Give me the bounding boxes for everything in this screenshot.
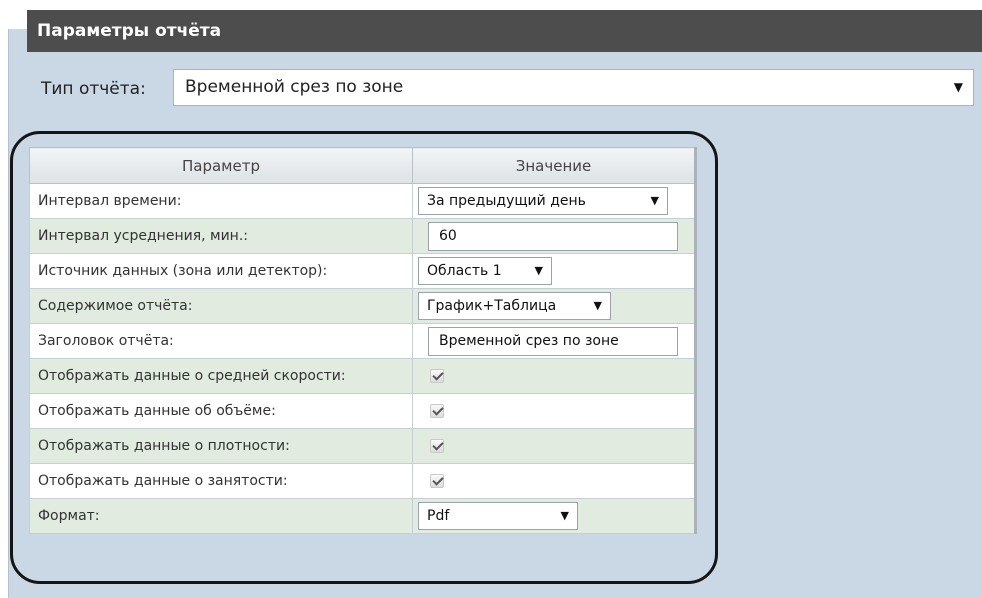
averaging-interval-input[interactable]: 60 bbox=[428, 221, 678, 251]
dropdown-arrow-icon: ▼ bbox=[650, 194, 659, 207]
row-value: Временной срез по зоне bbox=[412, 323, 697, 359]
row-value: Pdf ▼ bbox=[412, 498, 697, 534]
header-value: Значение bbox=[412, 147, 697, 184]
row-value: 60 bbox=[412, 218, 697, 254]
report-type-label: Тип отчёта: bbox=[41, 79, 146, 99]
row-value: За предыдущий день ▼ bbox=[412, 183, 697, 219]
table-row-averaging: Интервал усреднения, мин.: 60 bbox=[29, 218, 697, 254]
row-value bbox=[412, 393, 697, 429]
report-contents-value: График+Таблица bbox=[427, 298, 557, 314]
row-label: Отображать данные о плотности: bbox=[29, 428, 413, 464]
header-param: Параметр bbox=[29, 147, 413, 184]
row-label: Интервал времени: bbox=[29, 183, 413, 219]
dropdown-arrow-icon: ▼ bbox=[534, 264, 543, 277]
table-row-contents: Содержимое отчёта: График+Таблица ▼ bbox=[29, 288, 697, 324]
format-value: Pdf bbox=[427, 508, 450, 524]
report-title-input[interactable]: Временной срез по зоне bbox=[428, 326, 678, 356]
row-label: Заголовок отчёта: bbox=[29, 323, 413, 359]
report-type-select[interactable]: Временной срез по зоне ▼ bbox=[173, 69, 974, 106]
format-select[interactable]: Pdf ▼ bbox=[418, 502, 578, 530]
row-label: Содержимое отчёта: bbox=[29, 288, 413, 324]
row-label: Отображать данные о средней скорости: bbox=[29, 358, 413, 394]
volume-checkbox[interactable] bbox=[430, 404, 444, 418]
density-checkbox[interactable] bbox=[430, 439, 444, 453]
panel-title: Параметры отчёта bbox=[27, 10, 982, 52]
table-header-row: Параметр Значение bbox=[29, 147, 697, 184]
row-value bbox=[412, 463, 697, 499]
dropdown-arrow-icon: ▼ bbox=[593, 299, 602, 312]
time-interval-select[interactable]: За предыдущий день ▼ bbox=[418, 187, 668, 215]
time-interval-value: За предыдущий день bbox=[427, 193, 586, 209]
report-contents-select[interactable]: График+Таблица ▼ bbox=[418, 292, 611, 320]
speed-checkbox[interactable] bbox=[430, 369, 444, 383]
row-label: Источник данных (зона или детектор): bbox=[29, 253, 413, 289]
row-value: График+Таблица ▼ bbox=[412, 288, 697, 324]
row-value bbox=[412, 428, 697, 464]
report-type-value: Временной срез по зоне bbox=[185, 77, 404, 97]
row-label: Отображать данные о занятости: bbox=[29, 463, 413, 499]
row-value bbox=[412, 358, 697, 394]
table-row-format: Формат: Pdf ▼ bbox=[29, 498, 697, 534]
table-row-occupancy: Отображать данные о занятости: bbox=[29, 463, 697, 499]
table-row-title: Заголовок отчёта: Временной срез по зоне bbox=[29, 323, 697, 359]
table-row-volume: Отображать данные об объёме: bbox=[29, 393, 697, 429]
data-source-select[interactable]: Область 1 ▼ bbox=[418, 257, 552, 285]
dropdown-arrow-icon: ▼ bbox=[953, 80, 963, 94]
dropdown-arrow-icon: ▼ bbox=[560, 509, 569, 522]
row-value: Область 1 ▼ bbox=[412, 253, 697, 289]
data-source-value: Область 1 bbox=[427, 263, 502, 279]
table-row-density: Отображать данные о плотности: bbox=[29, 428, 697, 464]
table-row-time-interval: Интервал времени: За предыдущий день ▼ bbox=[29, 183, 697, 219]
table-row-source: Источник данных (зона или детектор): Обл… bbox=[29, 253, 697, 289]
row-label: Формат: bbox=[29, 498, 413, 534]
occupancy-checkbox[interactable] bbox=[430, 474, 444, 488]
table-row-speed: Отображать данные о средней скорости: bbox=[29, 358, 697, 394]
params-table: Параметр Значение Интервал времени: За п… bbox=[29, 147, 697, 534]
row-label: Интервал усреднения, мин.: bbox=[29, 218, 413, 254]
row-label: Отображать данные об объёме: bbox=[29, 393, 413, 429]
